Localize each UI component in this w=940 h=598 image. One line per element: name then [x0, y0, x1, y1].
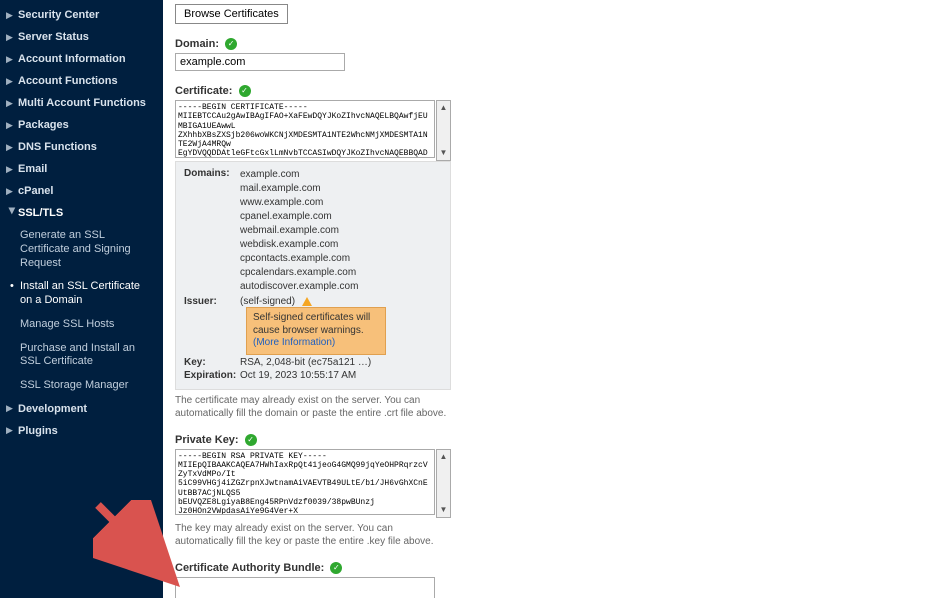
chevron-right-icon: ▶: [6, 54, 18, 65]
main-content: Browse Certificates Domain: ✓ Certificat…: [163, 0, 940, 598]
nav-account-functions[interactable]: ▶Account Functions: [0, 70, 163, 92]
meta-key-label: Key:: [184, 357, 240, 368]
sidebar: ▶Security Center ▶Server Status ▶Account…: [0, 0, 163, 598]
domain-label: Domain:: [175, 38, 219, 50]
chevron-right-icon: ▶: [6, 10, 18, 21]
meta-expiration-value: Oct 19, 2023 10:55:17 AM: [240, 370, 442, 381]
nav-development[interactable]: ▶Development: [0, 398, 163, 420]
scroll-up-icon[interactable]: ▲: [437, 450, 450, 464]
scroll-down-icon[interactable]: ▼: [437, 146, 450, 160]
domain-input[interactable]: [175, 53, 345, 71]
private-key-scrollbar[interactable]: ▲ ▼: [436, 449, 451, 518]
check-icon: ✓: [245, 434, 257, 446]
certificate-meta-panel: Domains: example.com mail.example.com ww…: [175, 161, 451, 390]
nav-server-status[interactable]: ▶Server Status: [0, 26, 163, 48]
cab-textarea[interactable]: [175, 577, 435, 598]
chevron-right-icon: ▶: [6, 425, 18, 436]
sub-manage-ssl-hosts[interactable]: Manage SSL Hosts: [20, 313, 163, 337]
browse-certificates-button[interactable]: Browse Certificates: [175, 4, 288, 24]
scroll-track[interactable]: [437, 115, 450, 146]
nav-multi-account-functions[interactable]: ▶Multi Account Functions: [0, 92, 163, 114]
meta-domains-label: Domains:: [184, 168, 240, 294]
chevron-right-icon: ▶: [6, 120, 18, 131]
nav-email[interactable]: ▶Email: [0, 158, 163, 180]
meta-issuer-value: (self-signed) Self-signed certificates w…: [240, 296, 442, 355]
scroll-up-icon[interactable]: ▲: [437, 101, 450, 115]
meta-key-value: RSA, 2,048-bit (ec75a121 …): [240, 357, 442, 368]
nav-packages[interactable]: ▶Packages: [0, 114, 163, 136]
private-key-note: The key may already exist on the server.…: [175, 522, 451, 548]
chevron-right-icon: ▶: [6, 186, 18, 197]
nav-security-center[interactable]: ▶Security Center: [0, 4, 163, 26]
meta-domains-list: example.com mail.example.com www.example…: [240, 168, 442, 294]
check-icon: ✓: [225, 38, 237, 50]
certificate-textarea[interactable]: [175, 100, 435, 158]
chevron-right-icon: ▶: [6, 403, 18, 414]
check-icon: ✓: [239, 85, 251, 97]
warning-icon: [302, 297, 312, 306]
certificate-note: The certificate may already exist on the…: [175, 394, 451, 420]
check-icon: ✓: [330, 562, 342, 574]
sub-purchase-install-ssl[interactable]: Purchase and Install an SSL Certificate: [20, 337, 163, 375]
scroll-track[interactable]: [437, 464, 450, 503]
nav-plugins[interactable]: ▶Plugins: [0, 420, 163, 442]
nav-dns-functions[interactable]: ▶DNS Functions: [0, 136, 163, 158]
sub-ssl-storage-manager[interactable]: SSL Storage Manager: [20, 374, 163, 398]
sub-install-ssl[interactable]: Install an SSL Certificate on a Domain: [20, 275, 163, 313]
nav-ssl-tls-sub: Generate an SSL Certificate and Signing …: [0, 224, 163, 398]
cab-label: Certificate Authority Bundle:: [175, 562, 324, 574]
meta-issuer-label: Issuer:: [184, 296, 240, 355]
more-information-link[interactable]: (More Information): [253, 337, 335, 348]
private-key-textarea[interactable]: [175, 449, 435, 515]
chevron-down-icon: ▶: [7, 207, 18, 219]
self-signed-warning: Self-signed certificates will cause brow…: [246, 307, 386, 355]
chevron-right-icon: ▶: [6, 32, 18, 43]
chevron-right-icon: ▶: [6, 142, 18, 153]
private-key-label: Private Key:: [175, 434, 239, 446]
certificate-label: Certificate:: [175, 85, 232, 97]
chevron-right-icon: ▶: [6, 164, 18, 175]
chevron-right-icon: ▶: [6, 76, 18, 87]
nav-ssl-tls[interactable]: ▶SSL/TLS: [0, 202, 163, 224]
scroll-down-icon[interactable]: ▼: [437, 503, 450, 517]
nav-cpanel[interactable]: ▶cPanel: [0, 180, 163, 202]
meta-expiration-label: Expiration:: [184, 370, 240, 381]
nav-account-information[interactable]: ▶Account Information: [0, 48, 163, 70]
certificate-scrollbar[interactable]: ▲ ▼: [436, 100, 451, 161]
chevron-right-icon: ▶: [6, 98, 18, 109]
sub-generate-ssl[interactable]: Generate an SSL Certificate and Signing …: [20, 224, 163, 275]
